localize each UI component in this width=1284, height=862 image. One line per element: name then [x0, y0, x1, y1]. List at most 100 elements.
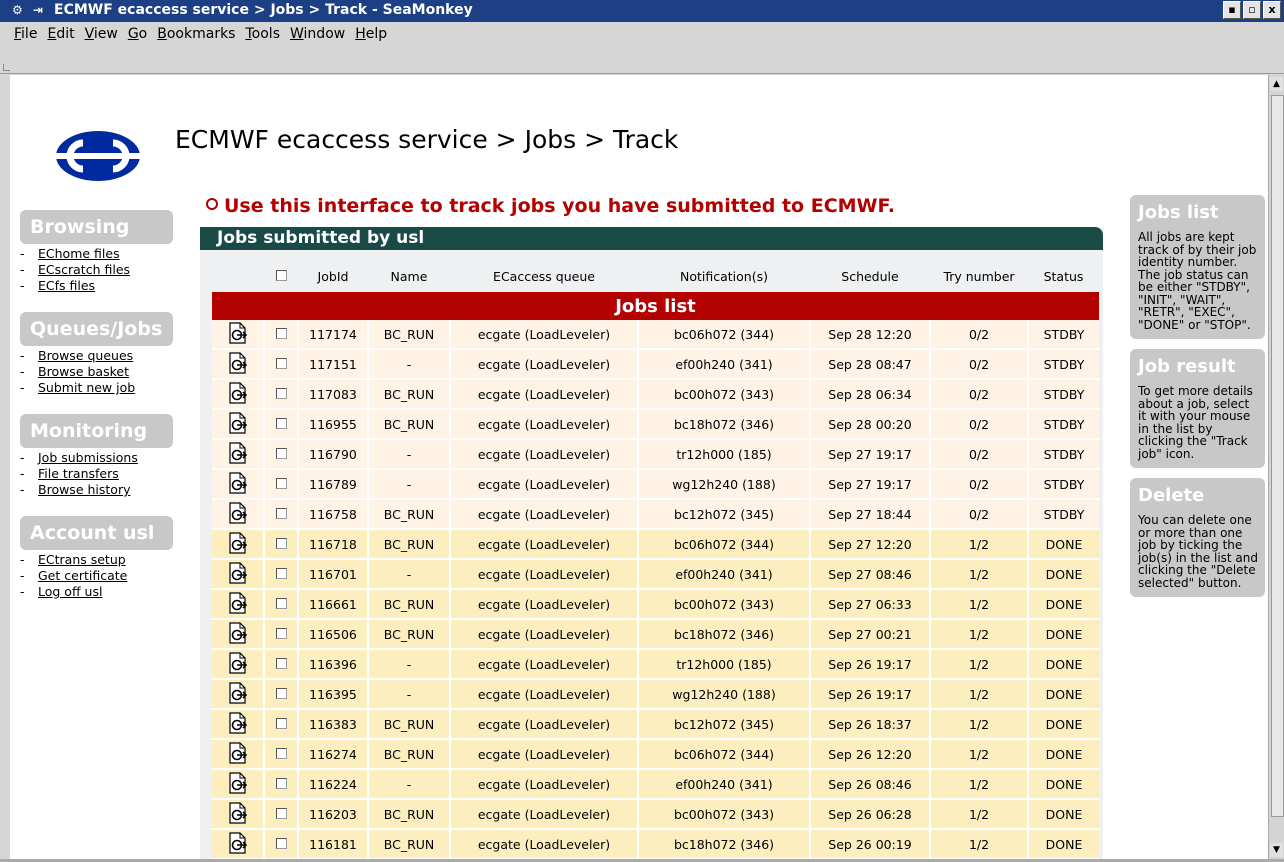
track-job-icon[interactable]: [212, 739, 264, 770]
nav-link-get-certificate[interactable]: Get certificate: [28, 568, 127, 583]
table-row[interactable]: 116789- ecgate (LoadLeveler) wg12h240 (188…: [212, 469, 1099, 500]
track-job-icon[interactable]: [212, 799, 264, 830]
menu-edit[interactable]: Edit: [47, 26, 74, 42]
row-checkbox[interactable]: [263, 349, 298, 380]
header-jobid[interactable]: JobId: [298, 260, 368, 292]
row-select-checkbox[interactable]: [275, 447, 287, 459]
row-checkbox[interactable]: [263, 649, 298, 680]
nav-link-browse-basket[interactable]: Browse basket: [28, 364, 129, 379]
row-checkbox[interactable]: [263, 799, 298, 830]
table-row[interactable]: 117083 BC_RUN ecgate (LoadLeveler) bc00h072…: [212, 379, 1099, 410]
row-checkbox[interactable]: [263, 679, 298, 710]
row-select-checkbox[interactable]: [275, 537, 287, 549]
table-row[interactable]: 116383 BC_RUN ecgate (LoadLeveler) bc12h072…: [212, 709, 1099, 740]
row-checkbox[interactable]: [263, 499, 298, 530]
nav-link-echome[interactable]: EChome files: [28, 246, 120, 261]
row-select-checkbox[interactable]: [275, 747, 287, 759]
row-select-checkbox[interactable]: [275, 417, 287, 429]
menu-view[interactable]: View: [85, 26, 118, 42]
track-job-icon[interactable]: [212, 320, 264, 350]
track-job-icon[interactable]: [212, 379, 264, 410]
nav-link-ecfs[interactable]: ECfs files: [28, 278, 95, 293]
table-row[interactable]: 117151- ecgate (LoadLeveler) ef00h240 (341…: [212, 349, 1099, 380]
table-row[interactable]: 117174 BC_RUN ecgate (LoadLeveler) bc06h072…: [212, 320, 1099, 350]
table-row[interactable]: 116181 BC_RUN ecgate (LoadLeveler) bc18h072…: [212, 829, 1099, 859]
track-job-icon[interactable]: [212, 469, 264, 500]
row-select-checkbox[interactable]: [275, 477, 287, 489]
menu-go[interactable]: Go: [128, 26, 147, 42]
select-all-checkbox[interactable]: [275, 269, 287, 281]
track-job-icon[interactable]: [212, 679, 264, 710]
table-row[interactable]: 116506 BC_RUN ecgate (LoadLeveler) bc18h072…: [212, 619, 1099, 650]
row-checkbox[interactable]: [263, 769, 298, 800]
header-schedule[interactable]: Schedule: [810, 260, 930, 292]
row-checkbox[interactable]: [263, 709, 298, 740]
track-job-icon[interactable]: [212, 709, 264, 740]
row-select-checkbox[interactable]: [275, 597, 287, 609]
table-row[interactable]: 116396- ecgate (LoadLeveler) tr12h000 (185…: [212, 649, 1099, 680]
menu-tools[interactable]: Tools: [245, 26, 280, 42]
row-checkbox[interactable]: [263, 439, 298, 470]
nav-link-browse-queues[interactable]: Browse queues: [28, 348, 133, 363]
menu-help[interactable]: Help: [355, 26, 387, 42]
row-select-checkbox[interactable]: [275, 717, 287, 729]
row-select-checkbox[interactable]: [275, 777, 287, 789]
row-select-checkbox[interactable]: [275, 807, 287, 819]
table-row[interactable]: 116790- ecgate (LoadLeveler) tr12h000 (185…: [212, 439, 1099, 470]
row-select-checkbox[interactable]: [275, 357, 287, 369]
window-menu-icon[interactable]: ⚙ ⇥: [12, 3, 46, 17]
nav-link-job-submissions[interactable]: Job submissions: [28, 450, 138, 465]
table-row[interactable]: 116701- ecgate (LoadLeveler) ef00h240 (341…: [212, 559, 1099, 590]
row-checkbox[interactable]: [263, 589, 298, 620]
row-select-checkbox[interactable]: [275, 507, 287, 519]
row-checkbox[interactable]: [263, 529, 298, 560]
table-row[interactable]: 116224- ecgate (LoadLeveler) ef00h240 (341…: [212, 769, 1099, 800]
header-queue[interactable]: ECaccess queue: [450, 260, 638, 292]
track-job-icon[interactable]: [212, 349, 264, 380]
track-job-icon[interactable]: [212, 439, 264, 470]
track-job-icon[interactable]: [212, 409, 264, 440]
toolbar-grip[interactable]: [3, 64, 10, 71]
table-row[interactable]: 116274 BC_RUN ecgate (LoadLeveler) bc06h072…: [212, 739, 1099, 770]
track-job-icon[interactable]: [212, 589, 264, 620]
menu-bookmarks[interactable]: Bookmarks: [157, 26, 235, 42]
row-checkbox[interactable]: [263, 739, 298, 770]
header-name[interactable]: Name: [368, 260, 450, 292]
maximize-button[interactable]: ▫: [1243, 1, 1261, 19]
nav-link-browse-history[interactable]: Browse history: [28, 482, 130, 497]
row-select-checkbox[interactable]: [275, 687, 287, 699]
row-checkbox[interactable]: [263, 469, 298, 500]
table-row[interactable]: 116395- ecgate (LoadLeveler) wg12h240 (188…: [212, 679, 1099, 710]
vertical-scrollbar[interactable]: ▲ ▼: [1268, 75, 1284, 859]
row-checkbox[interactable]: [263, 320, 298, 350]
track-job-icon[interactable]: [212, 769, 264, 800]
table-row[interactable]: 116955 BC_RUN ecgate (LoadLeveler) bc18h072…: [212, 409, 1099, 440]
close-button[interactable]: x: [1263, 1, 1281, 19]
row-select-checkbox[interactable]: [275, 657, 287, 669]
nav-link-ectrans-setup[interactable]: ECtrans setup: [28, 552, 126, 567]
header-try-number[interactable]: Try number: [930, 260, 1028, 292]
table-row[interactable]: 116661 BC_RUN ecgate (LoadLeveler) bc00h072…: [212, 589, 1099, 620]
row-checkbox[interactable]: [263, 619, 298, 650]
table-row[interactable]: 116758 BC_RUN ecgate (LoadLeveler) bc12h072…: [212, 499, 1099, 530]
nav-link-file-transfers[interactable]: File transfers: [28, 466, 119, 481]
track-job-icon[interactable]: [212, 529, 264, 560]
track-job-icon[interactable]: [212, 829, 264, 859]
scroll-up-arrow-icon[interactable]: ▲: [1270, 77, 1283, 91]
nav-link-ecscratch[interactable]: ECscratch files: [28, 262, 130, 277]
row-select-checkbox[interactable]: [275, 567, 287, 579]
table-row[interactable]: 116718 BC_RUN ecgate (LoadLeveler) bc06h072…: [212, 529, 1099, 560]
track-job-icon[interactable]: [212, 619, 264, 650]
nav-link-submit-new-job[interactable]: Submit new job: [28, 380, 135, 395]
row-checkbox[interactable]: [263, 559, 298, 590]
row-checkbox[interactable]: [263, 379, 298, 410]
header-notifications[interactable]: Notification(s): [638, 260, 810, 292]
minimize-button[interactable]: ▪: [1223, 1, 1241, 19]
table-row[interactable]: 116203 BC_RUN ecgate (LoadLeveler) bc00h072…: [212, 799, 1099, 830]
nav-link-log-off[interactable]: Log off usl: [28, 584, 102, 599]
row-select-checkbox[interactable]: [275, 837, 287, 849]
scroll-down-arrow-icon[interactable]: ▼: [1270, 843, 1283, 857]
track-job-icon[interactable]: [212, 649, 264, 680]
row-select-checkbox[interactable]: [275, 327, 287, 339]
row-checkbox[interactable]: [263, 409, 298, 440]
